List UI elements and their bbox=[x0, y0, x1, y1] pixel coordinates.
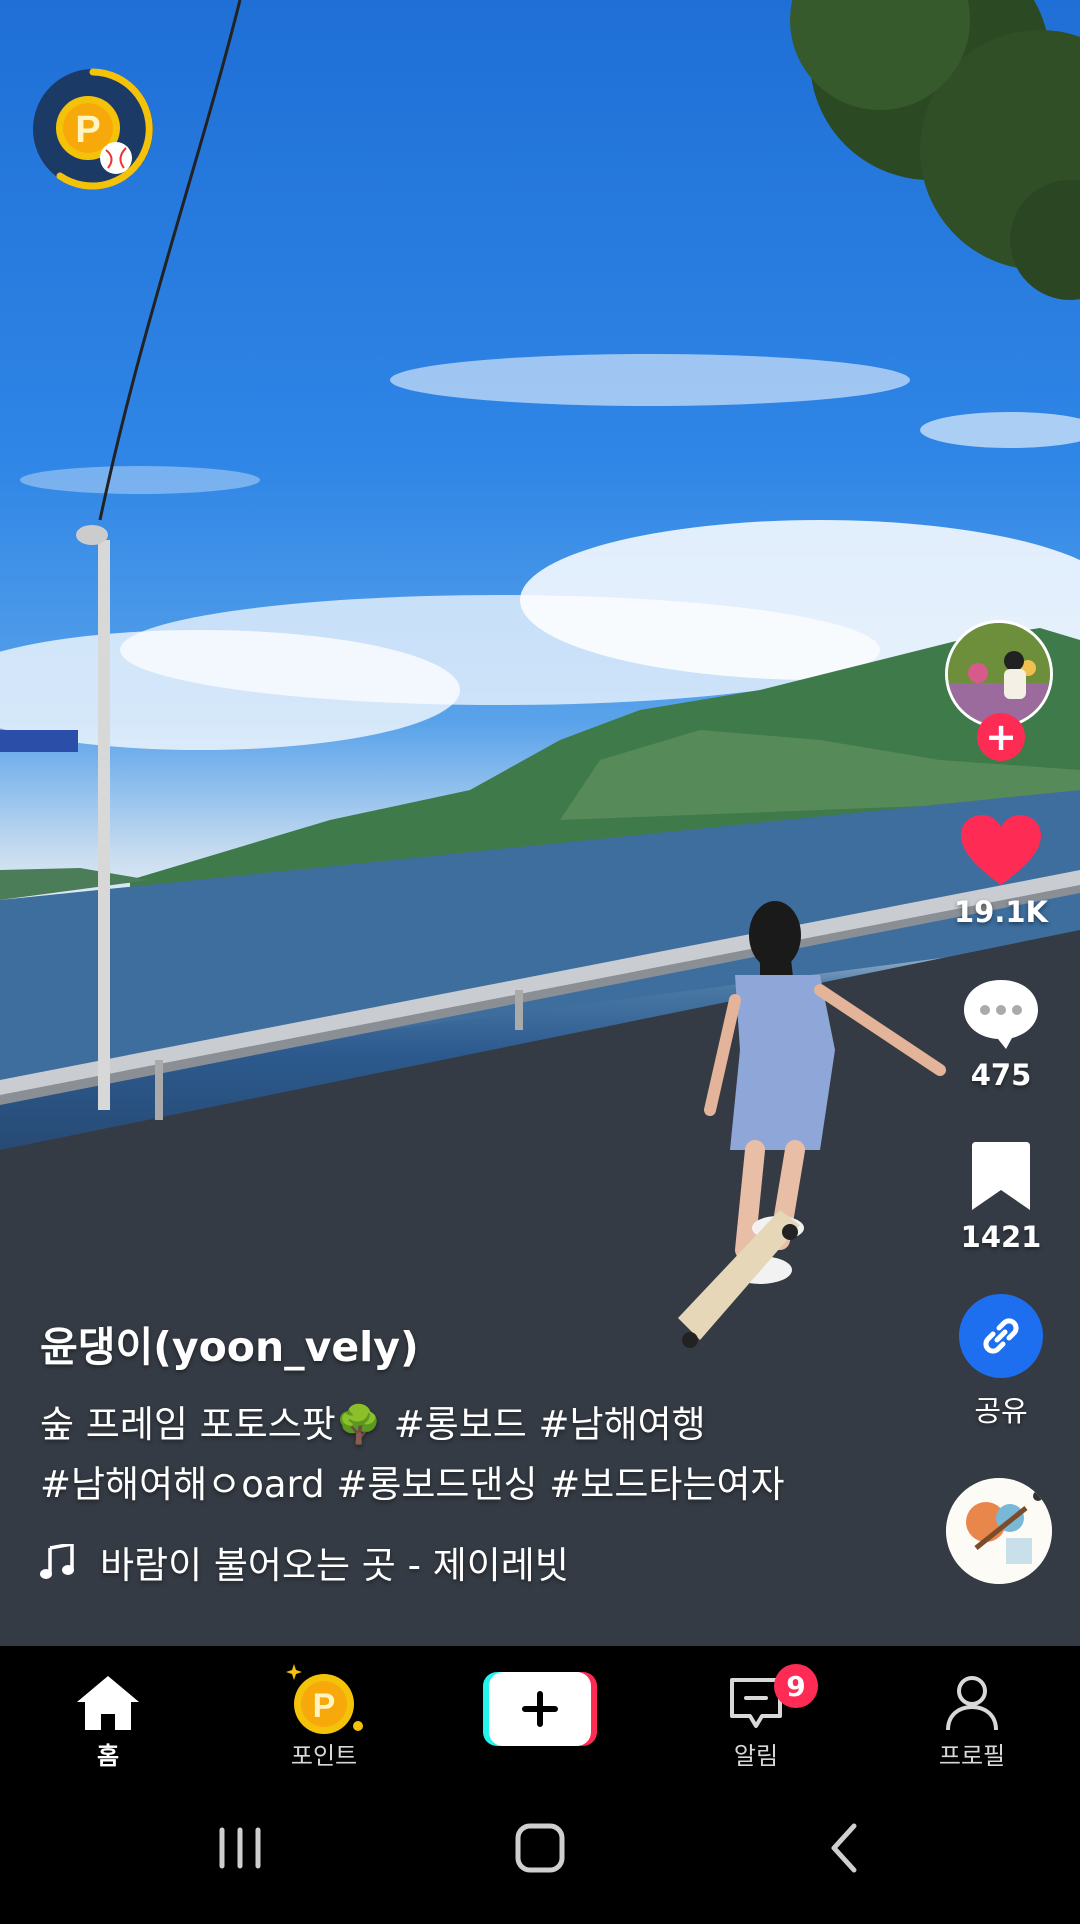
svg-text:P: P bbox=[75, 109, 100, 151]
home-square-icon bbox=[515, 1823, 565, 1873]
recent-apps-button[interactable] bbox=[210, 1818, 270, 1878]
notification-badge: 9 bbox=[774, 1664, 818, 1708]
follow-plus-button[interactable]: + bbox=[977, 713, 1025, 761]
point-coin-icon: P bbox=[286, 1664, 363, 1734]
share-label: 공유 bbox=[974, 1394, 1028, 1428]
profile-icon bbox=[946, 1676, 998, 1731]
nav-profile-label: 프로필 bbox=[938, 1742, 1006, 1770]
music-disc[interactable] bbox=[946, 1478, 1052, 1584]
author-avatar[interactable] bbox=[945, 620, 1053, 728]
system-navigation-bar bbox=[0, 1778, 1080, 1924]
share-circle bbox=[959, 1294, 1043, 1378]
bookmark-icon bbox=[972, 1142, 1030, 1210]
plus-icon bbox=[483, 1672, 597, 1746]
bookmark-button[interactable]: 1421 bbox=[942, 1142, 1060, 1254]
recent-apps-icon bbox=[219, 1827, 261, 1869]
home-system-button[interactable] bbox=[510, 1818, 570, 1878]
back-button[interactable] bbox=[816, 1818, 876, 1878]
create-video-button[interactable] bbox=[483, 1672, 597, 1746]
link-icon bbox=[983, 1318, 1019, 1354]
music-info[interactable]: 바람이 불어오는 곳 - 제이레빗 bbox=[40, 1535, 569, 1589]
avatar-photo bbox=[948, 623, 1050, 725]
like-count: 19.1K bbox=[953, 895, 1049, 929]
comment-count: 475 bbox=[970, 1058, 1032, 1092]
music-title: 바람이 불어오는 곳 - 제이레빗 bbox=[100, 1544, 569, 1587]
point-reward-badge[interactable]: P bbox=[30, 66, 156, 192]
music-note-icon bbox=[40, 1544, 74, 1579]
caption-line-1: 숲 프레임 포토스팟🌳 #롱보드 #남해여행 bbox=[40, 1403, 706, 1446]
bookmark-count: 1421 bbox=[960, 1220, 1042, 1254]
point-timer-icon: P bbox=[33, 68, 153, 190]
author-avatar-group: + bbox=[945, 620, 1057, 761]
nav-notifications-label: 알림 bbox=[733, 1742, 779, 1770]
nav-profile[interactable]: 프로필 bbox=[892, 1646, 1052, 1778]
comment-icon bbox=[964, 980, 1038, 1049]
author-username[interactable]: 윤댕이(yoon_vely) bbox=[40, 1313, 419, 1373]
back-chevron-icon bbox=[831, 1823, 857, 1873]
caption-line-2: #남해여해ㅇoard #롱보드댄싱 #보드타는여자 bbox=[40, 1463, 785, 1506]
nav-home-label: 홈 bbox=[96, 1742, 120, 1770]
nav-points-label: 포인트 bbox=[290, 1742, 358, 1770]
nav-notifications[interactable]: 9 알림 bbox=[676, 1646, 836, 1778]
heart-icon bbox=[961, 815, 1041, 885]
video-caption[interactable]: 숲 프레임 포토스팟🌳 #롱보드 #남해여행 #남해여해ㅇoard #롱보드댄싱… bbox=[40, 1395, 940, 1515]
nav-points[interactable]: P 포인트 bbox=[244, 1646, 404, 1778]
like-button[interactable]: 19.1K bbox=[942, 815, 1060, 929]
comment-button[interactable]: 475 bbox=[942, 978, 1060, 1092]
album-cover-icon bbox=[946, 1478, 1052, 1584]
share-button[interactable]: 공유 bbox=[942, 1294, 1060, 1430]
home-icon bbox=[77, 1676, 139, 1730]
svg-text:P: P bbox=[313, 1687, 336, 1725]
nav-home[interactable]: 홈 bbox=[28, 1646, 188, 1778]
